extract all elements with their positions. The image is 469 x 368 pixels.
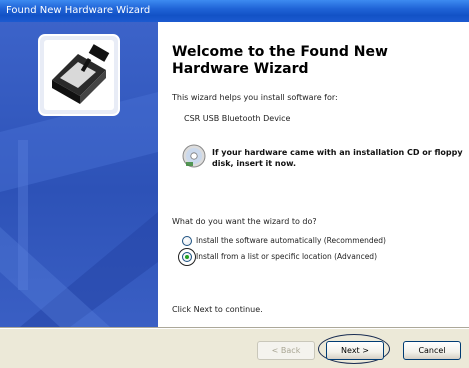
back-button[interactable]: < Back — [257, 341, 315, 360]
wizard-window: Found New Hardware Wizard Welcome to the… — [0, 0, 469, 368]
cancel-button[interactable]: Cancel — [403, 341, 461, 360]
option-specific-location-label: Install from a list or specific location… — [196, 252, 377, 261]
next-button[interactable]: Next > — [326, 341, 384, 360]
question-text: What do you want the wizard to do? — [172, 217, 317, 226]
wizard-main: Welcome to the Found New Hardware Wizard… — [170, 22, 463, 327]
window-title: Found New Hardware Wizard — [6, 5, 151, 16]
button-bar: < Back Next > Cancel — [0, 329, 469, 368]
hardware-wizard-icon — [38, 34, 120, 116]
option-auto-install[interactable]: Install the software automatically (Reco… — [182, 235, 442, 247]
page-title: Welcome to the Found New Hardware Wizard — [172, 44, 388, 77]
title-bar[interactable]: Found New Hardware Wizard — [0, 0, 469, 22]
wizard-sidebar — [0, 22, 158, 327]
device-name: CSR USB Bluetooth Device — [184, 114, 291, 123]
continue-text: Click Next to continue. — [172, 305, 263, 314]
cd-message: If your hardware came with an installati… — [212, 148, 463, 168]
intro-text: This wizard helps you install software f… — [172, 93, 338, 102]
cd-icon — [182, 144, 206, 168]
option-auto-install-label: Install the software automatically (Reco… — [196, 236, 386, 245]
cd-message-box: If your hardware came with an installati… — [182, 144, 469, 184]
radio-specific-location[interactable] — [182, 252, 192, 262]
option-specific-location[interactable]: Install from a list or specific location… — [178, 248, 442, 266]
radio-auto-install[interactable] — [182, 236, 192, 246]
